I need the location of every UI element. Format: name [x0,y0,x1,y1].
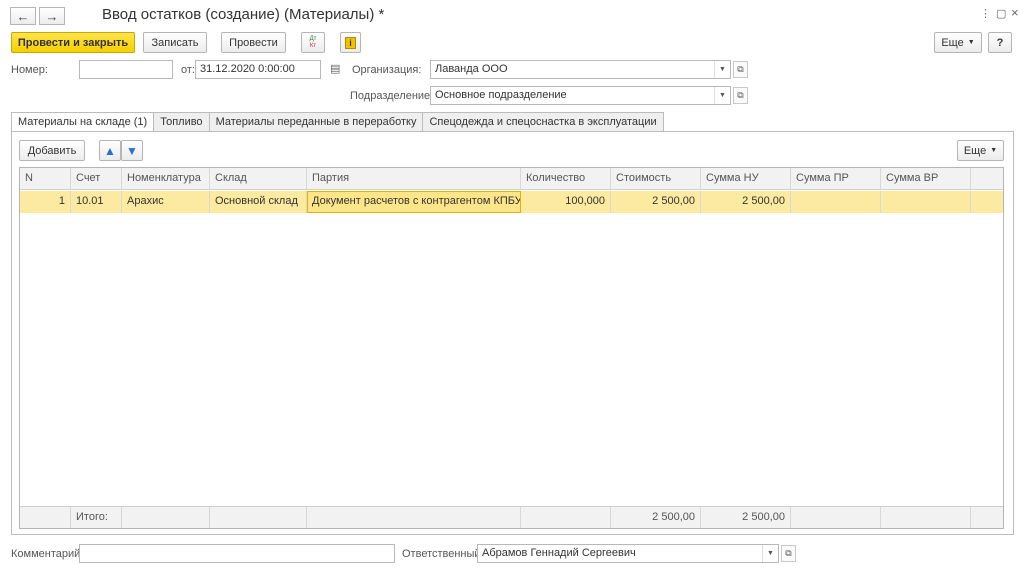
arrow-up-icon: ▲ [104,143,116,158]
cell-sum-nu[interactable]: 2 500,00 [701,191,791,213]
back-arrow-icon: ← [16,8,30,24]
date-input[interactable]: 31.12.2020 0:00:00 [195,60,321,79]
number-label: Номер: [11,64,48,76]
post-button[interactable]: Провести [221,32,286,53]
column-header-item[interactable]: Номенклатура [122,168,210,189]
more-button-label: Еще [941,36,964,49]
division-label: Подразделение: [350,90,434,102]
cell-sum-pr[interactable] [791,191,881,213]
tab-materials-in-warehouse[interactable]: Материалы на складе (1) [11,112,155,133]
cell-n[interactable]: 1 [20,191,71,213]
close-icon[interactable]: × [1011,5,1019,20]
column-header-sum-vr[interactable]: Сумма ВР [881,168,971,189]
responsible-value: Абрамов Геннадий Сергеевич [482,547,636,559]
table-header-row: N Счет Номенклатура Склад Партия Количес… [20,168,1003,190]
back-button[interactable]: ← [10,7,36,25]
division-dropdown-icon[interactable]: ▼ [714,87,730,104]
restore-window-icon[interactable]: ▢ [996,7,1006,20]
column-header-quantity[interactable]: Количество [521,168,611,189]
info-button[interactable]: i [340,32,361,53]
organization-value: Лаванда ООО [435,63,508,75]
column-header-account[interactable]: Счет [71,168,122,189]
comment-label: Комментарий: [11,548,84,560]
move-down-button[interactable]: ▼ [121,140,143,161]
chevron-down-icon: ▼ [967,39,975,46]
chevron-down-icon: ▼ [990,147,998,154]
tab-materials-in-processing[interactable]: Материалы переданные в переработку [208,112,424,132]
responsible-input[interactable]: Абрамов Геннадий Сергеевич ▼ [477,544,779,563]
page-title: Ввод остатков (создание) (Материалы) * [102,6,385,23]
totals-sum-nu: 2 500,00 [701,507,791,528]
organization-input[interactable]: Лаванда ООО ▼ [430,60,731,79]
column-header-sum-pr[interactable]: Сумма ПР [791,168,881,189]
number-input[interactable] [79,60,173,79]
cell-cost[interactable]: 2 500,00 [611,191,701,213]
cell-quantity[interactable]: 100,000 [521,191,611,213]
forward-button[interactable]: → [39,7,65,25]
tab-bar: Материалы на складе (1) Топливо Материал… [11,112,664,133]
responsible-open-icon[interactable]: ⧉ [781,545,796,562]
totals-cost: 2 500,00 [611,507,701,528]
forward-arrow-icon: → [45,8,59,24]
table-more-label: Еще [963,144,987,157]
responsible-label: Ответственный: [402,548,484,560]
column-header-n[interactable]: N [20,168,71,189]
division-open-icon[interactable]: ⧉ [733,87,748,104]
organization-open-icon[interactable]: ⧉ [733,61,748,78]
tab-workwear-in-use[interactable]: Спецодежда и спецоснастка в эксплуатации [422,112,664,132]
date-label: от: [181,64,195,76]
move-up-button[interactable]: ▲ [99,140,121,161]
materials-table: N Счет Номенклатура Склад Партия Количес… [19,167,1004,529]
column-header-batch[interactable]: Партия [307,168,521,189]
division-input[interactable]: Основное подразделение ▼ [430,86,731,105]
help-button[interactable]: ? [988,32,1012,53]
table-more-button[interactable]: Еще ▼ [957,140,1004,161]
table-row[interactable]: 1 10.01 Арахис Основной склад Документ р… [20,191,1003,213]
add-row-button[interactable]: Добавить [19,140,85,161]
cell-warehouse[interactable]: Основной склад [210,191,307,213]
dt-icon-label: Дт [309,35,317,42]
calendar-icon[interactable]: ▤ [330,62,340,75]
more-menu-icon[interactable]: ⋮ [980,7,991,20]
cell-item[interactable]: Арахис [122,191,210,213]
post-and-close-button[interactable]: Провести и закрыть [11,32,135,53]
column-header-sum-nu[interactable]: Сумма НУ [701,168,791,189]
dt-kt-button[interactable]: Дт Кт [301,32,325,53]
kt-icon-label: Кт [309,42,317,49]
column-header-warehouse[interactable]: Склад [210,168,307,189]
organization-dropdown-icon[interactable]: ▼ [714,61,730,78]
cell-batch[interactable]: Документ расчетов с контрагентом КПБУ... [307,191,521,213]
column-header-cost[interactable]: Стоимость [611,168,701,189]
tab-fuel[interactable]: Топливо [153,112,210,132]
totals-label: Итого: [71,507,122,528]
table-totals-row: Итого: 2 500,00 2 500,00 [20,506,1003,528]
comment-input[interactable] [79,544,395,563]
division-value: Основное подразделение [435,89,567,101]
arrow-down-icon: ▼ [126,143,138,158]
save-button[interactable]: Записать [143,32,207,53]
responsible-dropdown-icon[interactable]: ▼ [762,545,778,562]
more-button[interactable]: Еще ▼ [934,32,982,53]
info-icon: i [345,36,356,49]
cell-account[interactable]: 10.01 [71,191,122,213]
cell-sum-vr[interactable] [881,191,971,213]
organization-label: Организация: [352,64,422,76]
